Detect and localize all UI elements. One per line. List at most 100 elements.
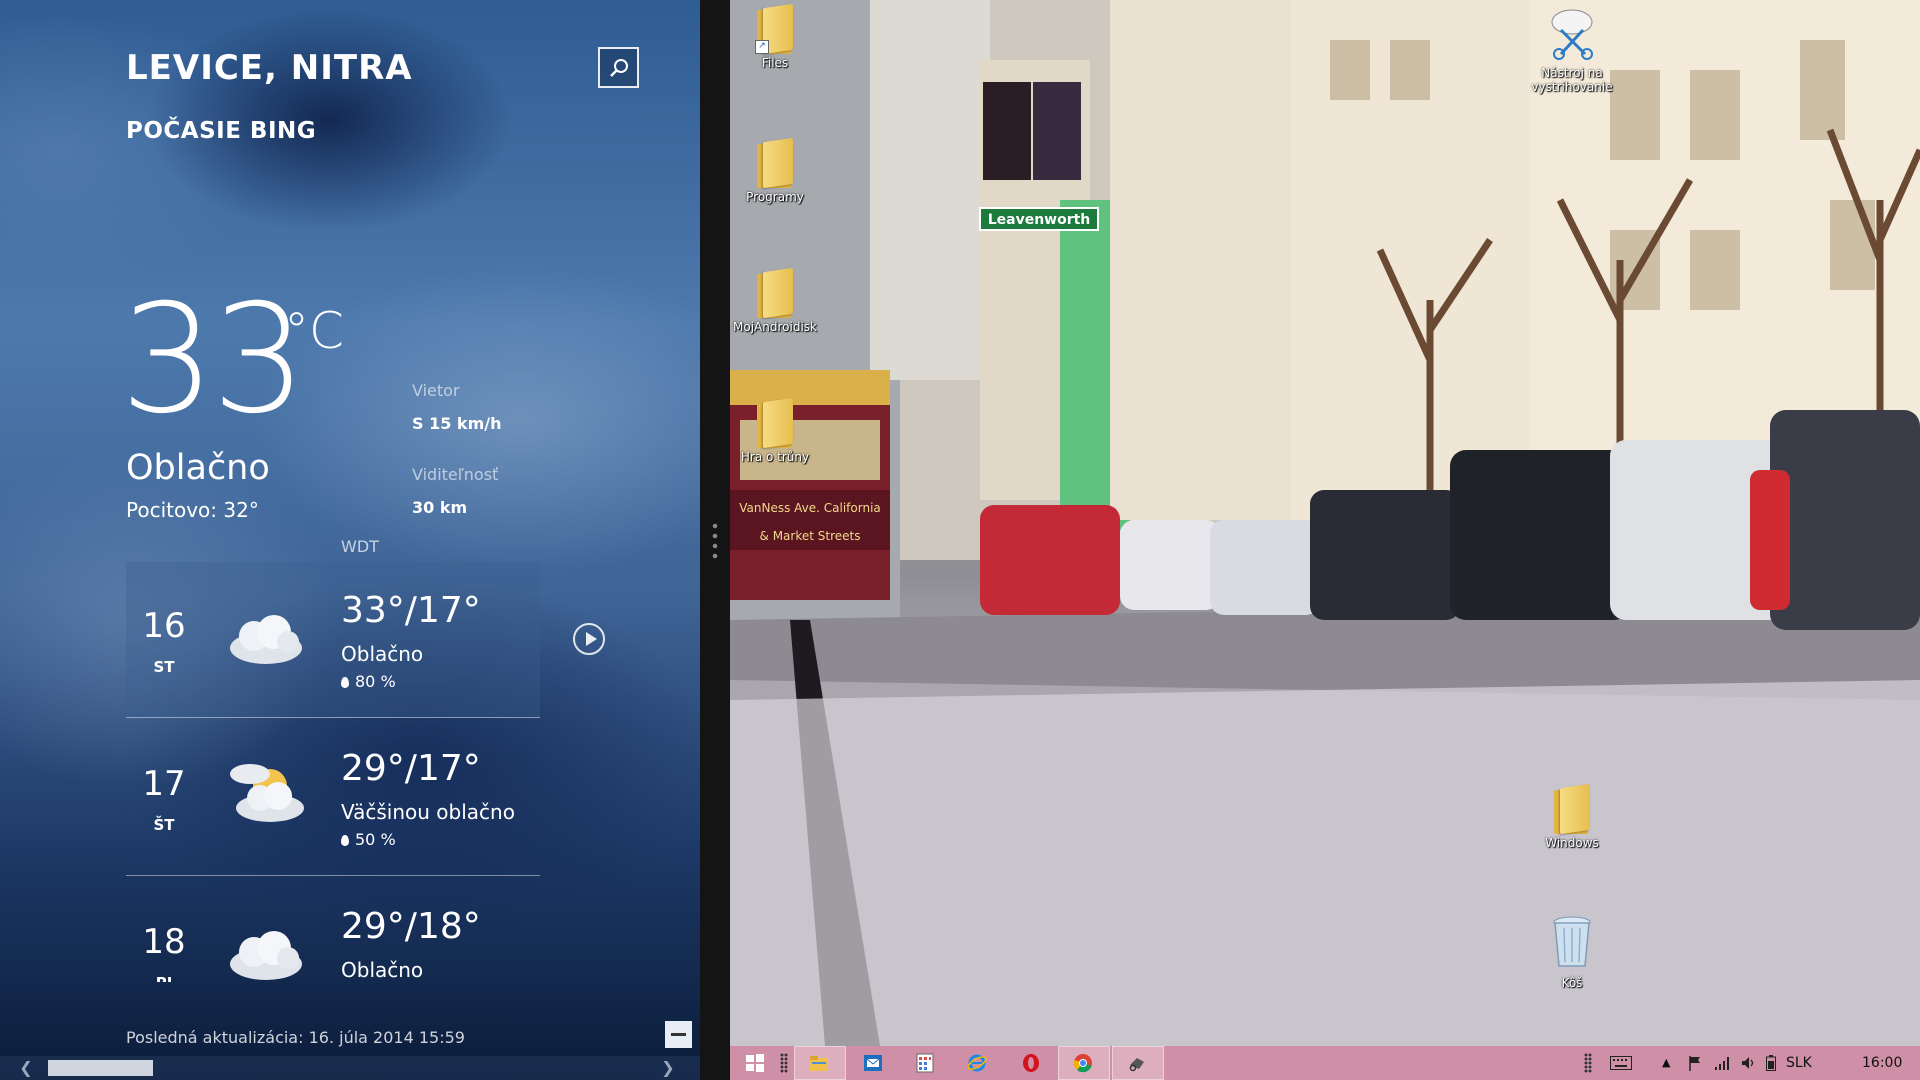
taskbar-internet-explorer[interactable] [952, 1046, 1004, 1080]
outlook-icon [864, 1055, 882, 1071]
raindrop-icon [341, 835, 349, 846]
horizontal-scrollbar[interactable]: ❮ ❯ [0, 1056, 700, 1080]
volume-icon[interactable] [1740, 1046, 1756, 1080]
visibility-label: Viditeľnosť [412, 465, 499, 484]
current-condition: Oblačno [126, 448, 270, 488]
taskbar-file-explorer[interactable] [794, 1046, 846, 1080]
raindrop-icon [341, 677, 349, 688]
wind-label: Vietor [412, 381, 460, 400]
icon-label: Kôš [1561, 976, 1583, 990]
forecast-day[interactable]: 16 ST 33°/17° Oblačno 80 % [126, 562, 540, 718]
forecast-hi-lo: 29°/17° [341, 748, 481, 789]
forecast-condition: Väčšinou oblačno [341, 800, 515, 824]
divider [126, 717, 540, 718]
desktop-icon-mojandroidisk[interactable]: MojAndroidisk [730, 267, 820, 334]
precip-value: 50 % [355, 830, 396, 849]
play-forecast-button[interactable] [573, 623, 605, 655]
tram-sign: & Market Streets [760, 529, 861, 543]
file-explorer-icon [810, 1056, 828, 1071]
forecast-weekday: ST [153, 658, 175, 676]
forecast-hi-lo: 29°/18° [341, 906, 481, 947]
search-icon [610, 59, 628, 77]
forecast-day[interactable]: 17 ŠT 29°/17° Väčšinou oblačno 50 % [126, 720, 540, 876]
keyboard-icon[interactable] [1610, 1046, 1632, 1080]
snipping-tool-icon [1129, 1058, 1144, 1072]
forecast-weekday: PI [126, 974, 202, 982]
internet-explorer-icon [967, 1054, 987, 1072]
battery-icon[interactable] [1766, 1046, 1776, 1080]
folder-shortcut-icon: ↗ [755, 3, 795, 55]
wallpaper: Leavenworth VanNess Ave. California & Ma… [730, 0, 1920, 1046]
desktop: Leavenworth VanNess Ave. California & Ma… [730, 0, 1920, 1046]
tram-sign: VanNess Ave. California [739, 501, 881, 515]
visibility-value: 30 km [412, 498, 468, 517]
snipping-tool-icon [1551, 9, 1593, 60]
divider [126, 875, 540, 876]
taskbar-grip-icon[interactable] [780, 1053, 788, 1073]
desktop-icon-recycle-bin[interactable]: Kôš [1527, 914, 1617, 990]
forecast-precipitation: 80 % [341, 672, 396, 691]
chrome-icon [1073, 1054, 1092, 1073]
start-button[interactable] [730, 1046, 782, 1080]
taskbar-chrome[interactable] [1058, 1046, 1110, 1080]
show-hidden-icons-icon[interactable]: ▲ [1662, 1046, 1670, 1080]
forecast-weekday: ŠT [153, 816, 175, 834]
action-center-flag-icon[interactable] [1688, 1046, 1702, 1080]
desktop-icon-files[interactable]: ↗ Files [730, 3, 820, 70]
forecast-hi-lo: 33°/17° [341, 590, 481, 631]
search-button[interactable] [598, 47, 639, 88]
folder-icon [755, 397, 795, 449]
forecast-condition: Oblačno [341, 642, 424, 666]
app-subtitle: POČASIE BING [126, 118, 317, 144]
forecast-provider: WDT [341, 537, 379, 556]
forecast-day[interactable]: 18 PI 29°/18° Oblačno [126, 878, 540, 982]
icon-label: Files [761, 56, 789, 70]
current-temperature: 33 [120, 273, 307, 447]
desktop-icon-snipping-tool[interactable]: Nástroj na vystrihovanie [1527, 8, 1617, 94]
forecast-date: 18 [142, 922, 186, 962]
street-sign: Leavenworth [988, 212, 1091, 228]
scrollbar-thumb[interactable] [48, 1060, 153, 1076]
wind-value: S 15 km/h [412, 414, 502, 433]
temperature-unit: °C [284, 302, 344, 360]
clock[interactable]: 16:00 [1862, 1046, 1902, 1080]
icon-label: Hra o trůny [740, 450, 810, 464]
taskbar-opera[interactable] [1006, 1046, 1058, 1080]
icon-label: Windows [1545, 836, 1599, 850]
splitter-grip-icon[interactable] [711, 521, 719, 561]
folder-icon [755, 137, 795, 189]
scroll-left-icon[interactable]: ❮ [14, 1056, 38, 1080]
desktop-icon-windows[interactable]: Windows [1527, 783, 1617, 850]
taskbar-snipping-tool[interactable] [1112, 1046, 1164, 1080]
opera-icon [1023, 1054, 1039, 1072]
forecast-date: 17 [142, 764, 186, 804]
tray-grip-icon[interactable] [1584, 1053, 1592, 1073]
icon-label: MojAndroidisk [733, 320, 817, 334]
input-language[interactable]: SLK [1786, 1046, 1812, 1080]
taskbar-outlook[interactable] [848, 1046, 900, 1080]
cloudy-icon [230, 615, 302, 664]
desktop-icon-programy[interactable]: Programy [730, 137, 820, 204]
partly-cloudy-icon [230, 764, 304, 822]
forecast-condition: Oblačno [341, 958, 424, 982]
forecast-precipitation: 50 % [341, 830, 396, 849]
forecast-date: 16 [142, 606, 186, 646]
last-update: Posledná aktualizácia: 16. júla 2014 15:… [126, 1028, 465, 1047]
scroll-right-icon[interactable]: ❯ [656, 1056, 680, 1080]
feels-like: Pocitovo: 32° [126, 498, 259, 522]
start-icon [746, 1054, 764, 1072]
minimize-button[interactable] [665, 1021, 692, 1048]
icon-label: Programy [746, 190, 804, 204]
network-signal-icon[interactable] [1714, 1046, 1730, 1080]
folder-icon [1552, 783, 1592, 835]
weather-app: LEVICE, NITRA POČASIE BING 33 °C Oblačno… [0, 0, 700, 1080]
taskbar-calculator[interactable] [900, 1046, 952, 1080]
cloudy-icon [230, 931, 302, 980]
taskbar: ▲ SLK 16:00 [730, 1046, 1920, 1080]
snap-splitter[interactable] [700, 0, 730, 1080]
desktop-icon-hra-o-truny[interactable]: Hra o trůny [730, 397, 820, 464]
recycle-bin-icon [1553, 916, 1591, 967]
folder-icon [755, 267, 795, 319]
icon-label: Nástroj na vystrihovanie [1531, 66, 1613, 94]
precip-value: 80 % [355, 672, 396, 691]
